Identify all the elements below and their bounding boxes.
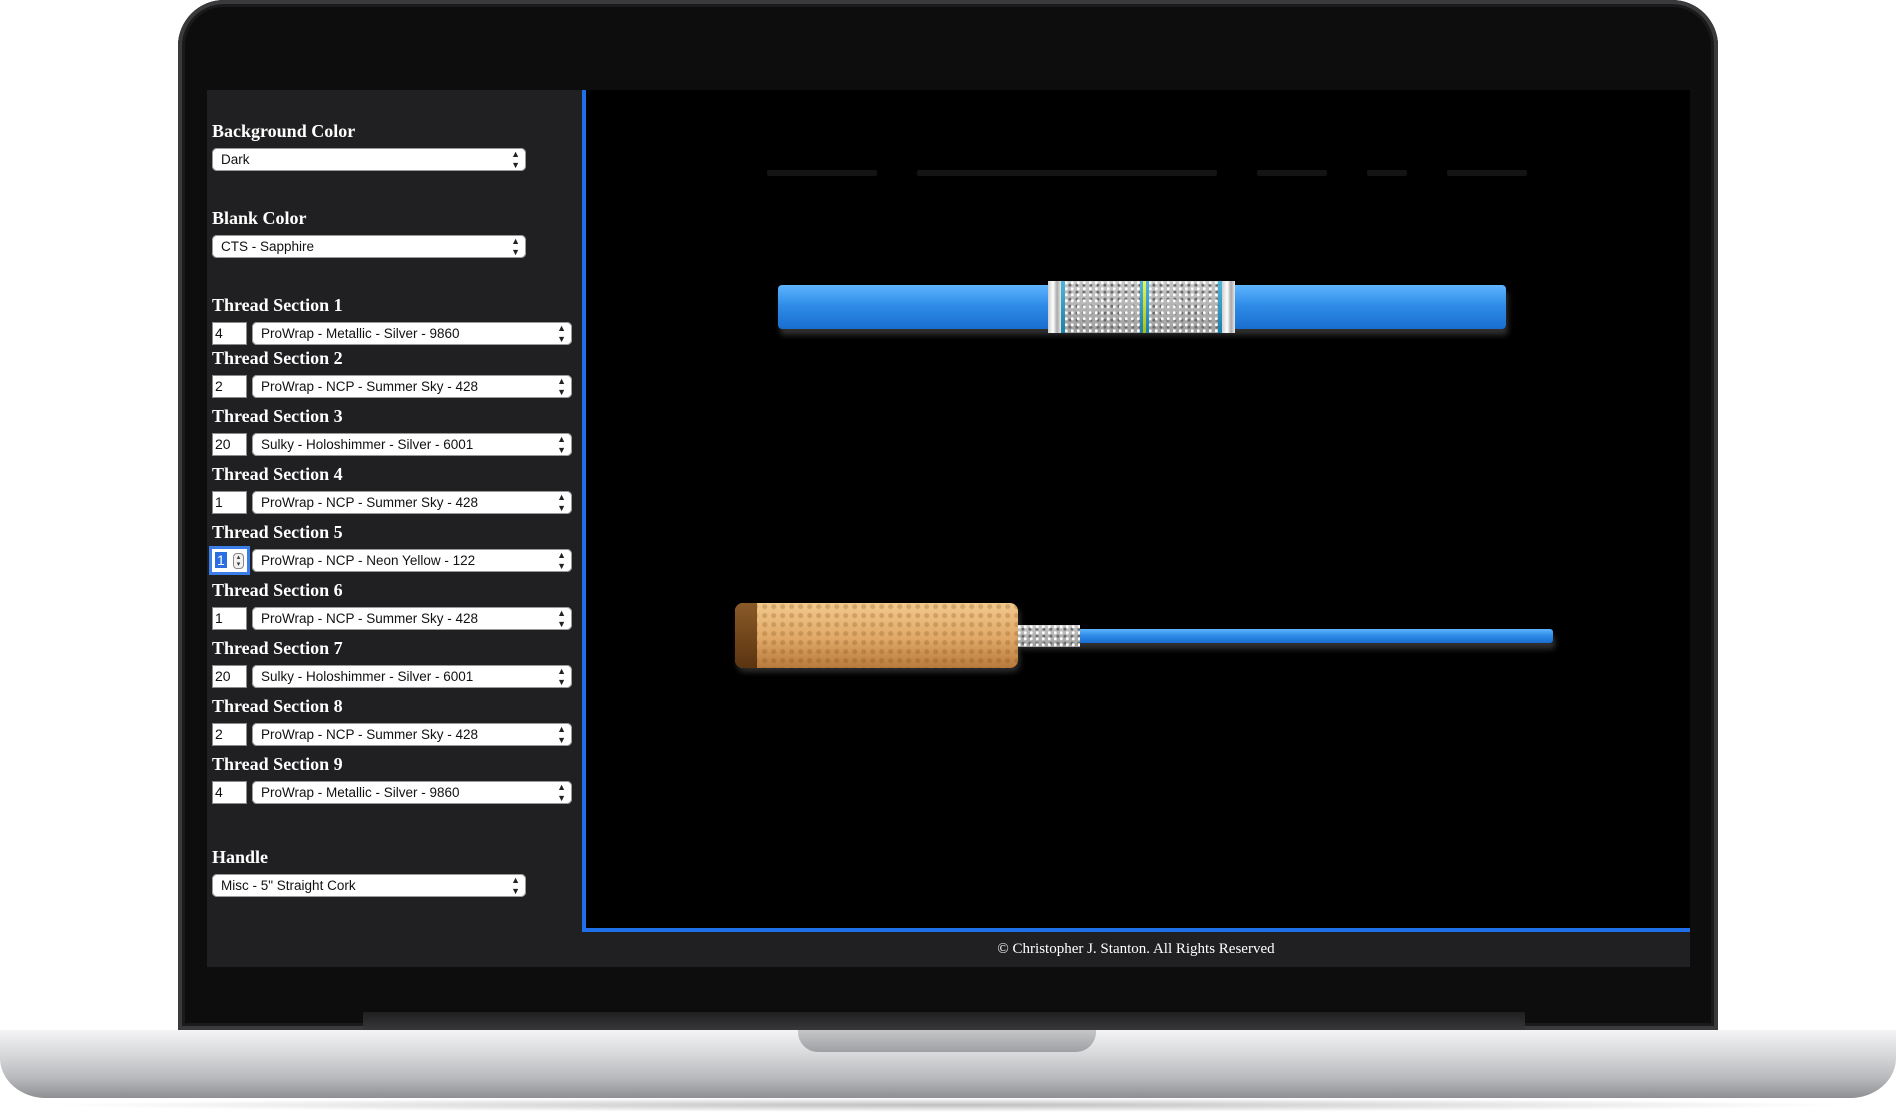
- select-arrows-icon: ▲ ▼: [557, 322, 566, 344]
- wrap-holoshimmer-2: [1149, 281, 1218, 333]
- thread-value: ProWrap - NCP - Summer Sky - 428: [261, 495, 479, 510]
- thread-value: ProWrap - Metallic - Silver - 9860: [261, 785, 460, 800]
- select-arrows-icon: ▲ ▼: [557, 549, 566, 571]
- cork-handle-end-cap: [735, 603, 757, 668]
- thread-value: ProWrap - NCP - Summer Sky - 428: [261, 611, 479, 626]
- screen: Background Color Dark ▲ ▼ Blank Color CTS…: [207, 90, 1690, 967]
- select-arrows-icon: ▲ ▼: [557, 491, 566, 513]
- turns-value: 4: [215, 784, 223, 800]
- thread-value: ProWrap - NCP - Summer Sky - 428: [261, 727, 479, 742]
- laptop-hinge: [363, 1012, 1525, 1032]
- thread-section-7-turns[interactable]: 20: [212, 665, 247, 688]
- turns-value: 4: [215, 325, 223, 341]
- select-arrows-icon: ▲ ▼: [557, 375, 566, 397]
- blank-color-label: Blank Color: [212, 208, 307, 228]
- thread-section-6-label: Thread Section 6: [212, 580, 343, 600]
- turns-value: 1: [215, 494, 223, 510]
- select-arrows-icon: ▲ ▼: [557, 607, 566, 629]
- thread-section-8-select[interactable]: ProWrap - NCP - Summer Sky - 428 ▲ ▼: [252, 723, 572, 746]
- background-color-value: Dark: [221, 152, 250, 167]
- wrap-metallic-silver-right: [1222, 281, 1235, 333]
- cork-handle: [735, 603, 1018, 668]
- thread-section-3-label: Thread Section 3: [212, 406, 343, 426]
- thread-section-5-select[interactable]: ProWrap - NCP - Neon Yellow - 122 ▲ ▼: [252, 549, 572, 572]
- select-arrows-icon: ▲ ▼: [511, 148, 520, 170]
- handle-select[interactable]: Misc - 5" Straight Cork ▲ ▼: [212, 874, 526, 897]
- thread-section-9-label: Thread Section 9: [212, 754, 343, 774]
- turns-value: 2: [215, 726, 223, 742]
- thread-section-2-turns[interactable]: 2: [212, 375, 247, 398]
- blank-full-rod: [1018, 629, 1553, 643]
- thread-section-2-select[interactable]: ProWrap - NCP - Summer Sky - 428 ▲ ▼: [252, 375, 572, 398]
- thread-value: ProWrap - NCP - Summer Sky - 428: [261, 379, 479, 394]
- thread-section-9-turns[interactable]: 4: [212, 781, 247, 804]
- thread-value: ProWrap - NCP - Neon Yellow - 122: [261, 553, 476, 568]
- thread-section-6-select[interactable]: ProWrap - NCP - Summer Sky - 428 ▲ ▼: [252, 607, 572, 630]
- blank-color-value: CTS - Sapphire: [221, 239, 315, 254]
- thread-section-7-label: Thread Section 7: [212, 638, 343, 658]
- thread-section-1-turns[interactable]: 4: [212, 322, 247, 345]
- thread-section-9-select[interactable]: ProWrap - Metallic - Silver - 9860 ▲ ▼: [252, 781, 572, 804]
- thread-value: Sulky - Holoshimmer - Silver - 6001: [261, 669, 474, 684]
- turns-value: 1: [215, 552, 227, 568]
- thread-section-4-turns[interactable]: 1: [212, 491, 247, 514]
- wrap-holoshimmer-1: [1065, 281, 1140, 333]
- thread-section-3-select[interactable]: Sulky - Holoshimmer - Silver - 6001 ▲ ▼: [252, 433, 572, 456]
- handle-label: Handle: [212, 847, 269, 867]
- select-arrows-icon: ▲ ▼: [511, 235, 520, 257]
- thread-section-1-select[interactable]: ProWrap - Metallic - Silver - 9860 ▲ ▼: [252, 322, 572, 345]
- select-arrows-icon: ▲ ▼: [557, 433, 566, 455]
- thread-section-3-turns[interactable]: 20: [212, 433, 247, 456]
- thread-section-1-label: Thread Section 1: [212, 295, 343, 315]
- wrap-metallic-silver-left: [1048, 281, 1061, 333]
- turns-value: 2: [215, 378, 223, 394]
- options-sidebar: Background Color Dark ▲ ▼ Blank Color CTS…: [207, 90, 582, 967]
- thread-value: ProWrap - Metallic - Silver - 9860: [261, 326, 460, 341]
- select-arrows-icon: ▲ ▼: [557, 781, 566, 803]
- thread-section-8-turns[interactable]: 2: [212, 723, 247, 746]
- thread-section-7-select[interactable]: Sulky - Holoshimmer - Silver - 6001 ▲ ▼: [252, 665, 572, 688]
- select-arrows-icon: ▲ ▼: [557, 665, 566, 687]
- laptop-notch: [798, 1030, 1096, 1052]
- thread-section-5-label: Thread Section 5: [212, 522, 343, 542]
- blank-color-select[interactable]: CTS - Sapphire ▲ ▼: [212, 235, 526, 258]
- footer: © Christopher J. Stanton. All Rights Res…: [582, 932, 1690, 967]
- laptop-shadow: [40, 1098, 1856, 1112]
- thread-section-8-label: Thread Section 8: [212, 696, 343, 716]
- thread-section-4-select[interactable]: ProWrap - NCP - Summer Sky - 428 ▲ ▼: [252, 491, 572, 514]
- background-color-select[interactable]: Dark ▲ ▼: [212, 148, 526, 171]
- thread-section-4-label: Thread Section 4: [212, 464, 343, 484]
- copyright-text: © Christopher J. Stanton. All Rights Res…: [997, 941, 1275, 957]
- background-color-label: Background Color: [212, 121, 356, 141]
- select-arrows-icon: ▲ ▼: [557, 723, 566, 745]
- thread-value: Sulky - Holoshimmer - Silver - 6001: [261, 437, 474, 452]
- rod-preview-stage: [582, 90, 1690, 932]
- thread-section-2-label: Thread Section 2: [212, 348, 343, 368]
- thread-section-5-turns[interactable]: 1 ▴ ▾: [212, 549, 247, 572]
- top-nav-faint: [767, 170, 1607, 176]
- turns-value: 20: [215, 436, 231, 452]
- turns-value: 1: [215, 610, 223, 626]
- stepper-icon[interactable]: ▴ ▾: [233, 553, 244, 569]
- wrap-full-rod: [1018, 625, 1080, 647]
- turns-value: 20: [215, 668, 231, 684]
- thread-section-6-turns[interactable]: 1: [212, 607, 247, 630]
- handle-value: Misc - 5" Straight Cork: [221, 878, 356, 893]
- select-arrows-icon: ▲ ▼: [511, 874, 520, 896]
